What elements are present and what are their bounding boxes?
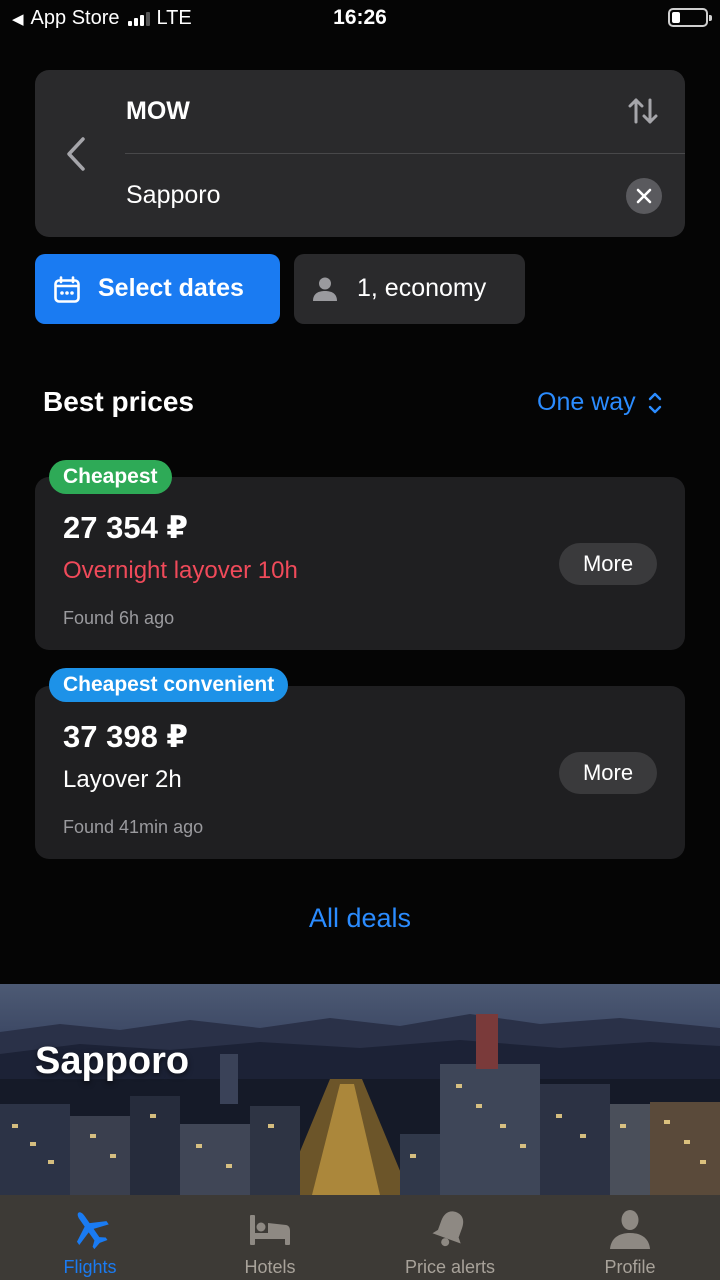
offer-found-time: Found 6h ago: [63, 608, 175, 628]
up-down-chevron-icon: [648, 392, 661, 413]
badge-cheapest-convenient: Cheapest convenient: [49, 668, 289, 702]
offer-card-cheapest-convenient[interactable]: 37 398 ₽ Layover 2h Found 41min ago More: [35, 686, 685, 859]
offer-price: 37 398 ₽: [63, 719, 188, 754]
tab-flights-label: Flights: [63, 1257, 117, 1277]
clear-destination-icon[interactable]: [626, 178, 662, 214]
select-dates-button[interactable]: Select dates: [35, 254, 280, 324]
back-chevron-icon[interactable]: [63, 134, 89, 174]
trip-type-selector[interactable]: One way: [537, 388, 663, 417]
passengers-class-button[interactable]: 1, economy: [294, 254, 525, 324]
origin-field[interactable]: MOW: [126, 97, 190, 126]
select-dates-label: Select dates: [98, 274, 244, 302]
city-skyline-illustration: [0, 1014, 720, 1195]
more-button[interactable]: More: [559, 543, 657, 585]
tab-bar: Flights Hotels Price alerts Profile: [0, 1195, 720, 1280]
tab-hotels-label: Hotels: [244, 1257, 296, 1277]
destination-field[interactable]: Sapporo: [126, 181, 221, 210]
offer-price: 27 354 ₽: [63, 510, 188, 545]
offer-card-cheapest[interactable]: 27 354 ₽ Overnight layover 10h Found 6h …: [35, 477, 685, 650]
tab-profile[interactable]: Profile: [540, 1195, 720, 1280]
all-deals-link[interactable]: All deals: [0, 903, 720, 934]
destination-city-image[interactable]: [0, 984, 720, 1195]
tab-hotels[interactable]: Hotels: [180, 1195, 360, 1280]
tab-flights[interactable]: Flights: [0, 1195, 180, 1280]
tab-profile-label: Profile: [604, 1257, 656, 1277]
offer-layover: Layover 2h: [63, 766, 182, 793]
route-divider: [125, 153, 685, 154]
best-prices-title: Best prices: [43, 386, 194, 417]
tab-price-alerts-label: Price alerts: [404, 1257, 496, 1277]
airplane-icon: [76, 1212, 109, 1250]
offer-found-time: Found 41min ago: [63, 817, 204, 837]
more-button[interactable]: More: [559, 752, 657, 794]
tab-price-alerts[interactable]: Price alerts: [360, 1195, 540, 1280]
passengers-class-label: 1, economy: [357, 274, 487, 302]
badge-cheapest: Cheapest: [49, 460, 172, 494]
bed-icon: [250, 1215, 290, 1245]
trip-type-label: One way: [537, 388, 636, 416]
clock: 16:26: [333, 6, 387, 29]
battery-icon: [668, 8, 712, 27]
person-icon: [313, 277, 337, 301]
bell-icon: [432, 1211, 464, 1247]
swap-direction-icon[interactable]: [627, 97, 659, 125]
route-card: MOW Sapporo: [35, 70, 685, 237]
flight-search-screen: ◀ App Store LTE 16:26 MOW Sapporo Select…: [0, 0, 720, 1280]
destination-city-name: Sapporo: [35, 1040, 190, 1082]
calendar-icon: [54, 276, 80, 303]
person-icon: [610, 1210, 650, 1249]
offer-layover: Overnight layover 10h: [63, 557, 298, 584]
status-bar: ◀ App Store LTE 16:26: [0, 0, 720, 40]
